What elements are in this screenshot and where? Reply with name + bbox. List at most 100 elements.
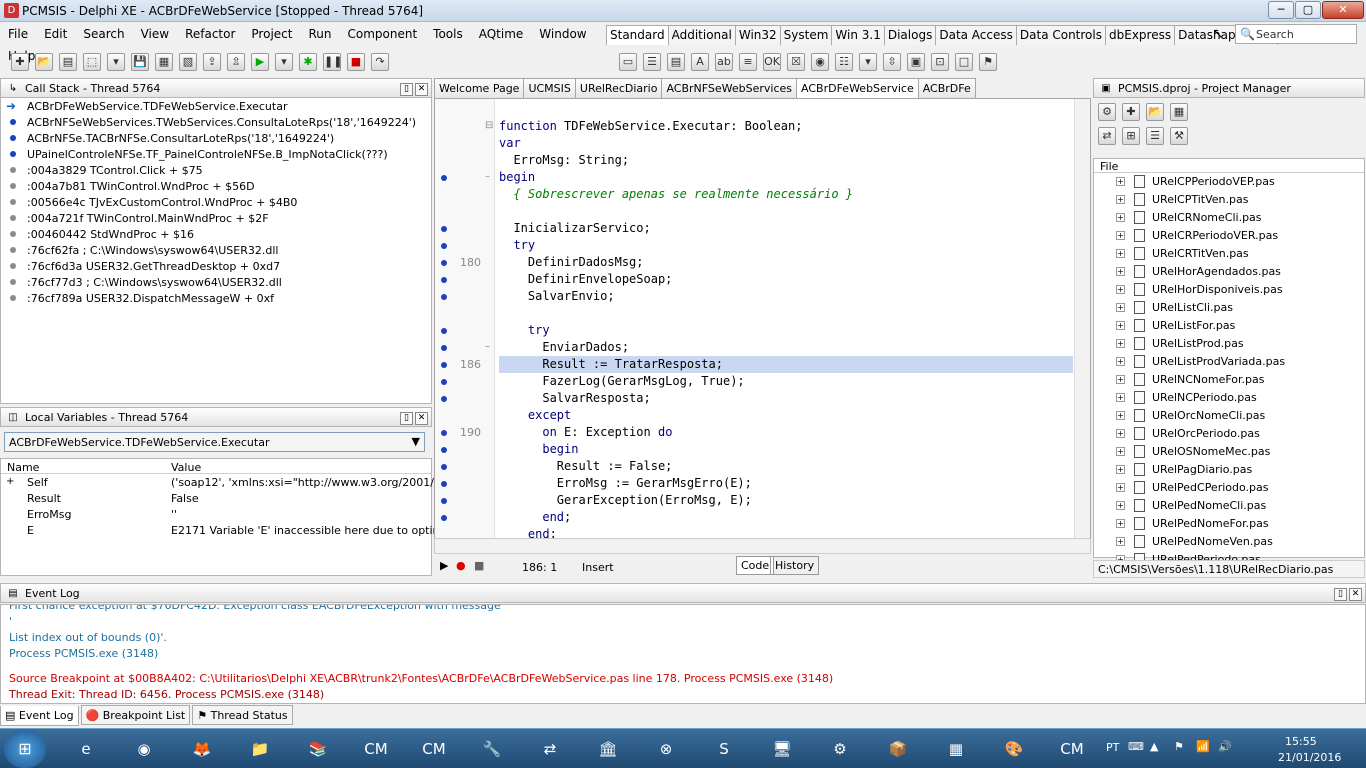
breakpoint-line-dot-icon[interactable] bbox=[441, 345, 447, 351]
palette-tab-dialogs[interactable]: Dialogs bbox=[883, 25, 937, 45]
menu-file[interactable]: File bbox=[0, 24, 36, 46]
code-line[interactable]: FazerLog(GerarMsgLog, True); bbox=[499, 373, 744, 390]
keyboard-icon[interactable]: ⌨ bbox=[1128, 740, 1144, 753]
breakpoint-line-dot-icon[interactable] bbox=[441, 481, 447, 487]
fold-marker-icon[interactable]: – bbox=[485, 341, 490, 352]
run-icon[interactable]: ▶ bbox=[251, 53, 269, 71]
menu-tools[interactable]: Tools bbox=[425, 24, 471, 46]
code-line[interactable]: ErroMsg: String; bbox=[499, 152, 629, 169]
breakpoint-line-dot-icon[interactable] bbox=[441, 277, 447, 283]
flag-icon[interactable]: ⚑ bbox=[1174, 740, 1184, 753]
new-project-icon[interactable]: ✚ bbox=[1122, 103, 1140, 121]
clock-date[interactable]: 21/01/2016 bbox=[1278, 751, 1341, 764]
taskbar-app-icon[interactable]: 📦 bbox=[872, 731, 924, 767]
stop-icon[interactable]: ■ bbox=[347, 53, 365, 71]
code-line[interactable]: GerarException(ErroMsg, E); bbox=[499, 492, 752, 509]
editor-tab[interactable]: ACBrNFSeWebServices bbox=[661, 78, 798, 98]
breakpoint-line-dot-icon[interactable] bbox=[441, 430, 447, 436]
tree-expand-icon[interactable]: + bbox=[1116, 537, 1125, 546]
breakpoint-line-dot-icon[interactable] bbox=[441, 379, 447, 385]
tree-expand-icon[interactable]: + bbox=[1116, 483, 1125, 492]
callstack-row[interactable]: :76cf6d3a USER32.GetThreadDesktop + 0xd7 bbox=[1, 258, 431, 274]
edit-icon[interactable]: ab bbox=[715, 53, 733, 71]
breakpoint-line-dot-icon[interactable] bbox=[441, 328, 447, 334]
editor-gutter[interactable]: ⊟ –180–186 190 bbox=[435, 99, 495, 539]
callstack-row[interactable]: ➜ ACBrDFeWebService.TDFeWebService.Execut… bbox=[1, 98, 431, 114]
activate-icon[interactable]: ⚙ bbox=[1098, 103, 1116, 121]
palette-tab-standard[interactable]: Standard bbox=[606, 25, 669, 45]
tree-expand-icon[interactable]: + bbox=[1116, 285, 1125, 294]
menu-project[interactable]: Project bbox=[243, 24, 300, 46]
tab-event-log[interactable]: ▤ Event Log bbox=[0, 706, 79, 726]
code-line[interactable]: on E: Exception do bbox=[499, 424, 672, 441]
taskbar-app-icon[interactable]: 📚 bbox=[292, 731, 344, 767]
tree-expand-icon[interactable]: + bbox=[1116, 213, 1125, 222]
callstack-row[interactable]: :76cf62fa ; C:\Windows\syswow64\USER32.d… bbox=[1, 242, 431, 258]
stop-record-icon[interactable]: ■ bbox=[474, 559, 484, 572]
eventlog-line[interactable]: Source Breakpoint at $00B8A402: C:\Utili… bbox=[9, 672, 833, 688]
taskbar-app-icon[interactable]: 🎨 bbox=[988, 731, 1040, 767]
panel-close-icon[interactable]: ✕ bbox=[415, 412, 428, 425]
taskbar-app-icon[interactable]: CM bbox=[408, 731, 460, 767]
tree-expand-icon[interactable]: + bbox=[1116, 501, 1125, 510]
code-line[interactable]: SalvarEnvio; bbox=[499, 288, 615, 305]
breakpoint-line-dot-icon[interactable] bbox=[441, 226, 447, 232]
eventlog-line[interactable]: Process PCMSIS.exe (3148) bbox=[9, 647, 158, 663]
tree-expand-icon[interactable]: + bbox=[1116, 303, 1125, 312]
callstack-row[interactable]: :004a7b81 TWinControl.WndProc + $56D bbox=[1, 178, 431, 194]
record-icon[interactable]: ● bbox=[456, 559, 466, 572]
callstack-row[interactable]: ACBrNFSeWebServices.TWebServices.Consult… bbox=[1, 114, 431, 130]
memo-icon[interactable]: ≡ bbox=[739, 53, 757, 71]
taskbar-app-icon[interactable]: e bbox=[60, 731, 112, 767]
callstack-row[interactable]: ACBrNFSe.TACBrNFSe.ConsultarLoteRps('18'… bbox=[1, 130, 431, 146]
language-indicator[interactable]: PT bbox=[1106, 741, 1119, 754]
open-folder-icon[interactable]: 📂 bbox=[1146, 103, 1164, 121]
palette-tab-win32[interactable]: Win32 bbox=[734, 25, 781, 45]
panel-icon[interactable]: □ bbox=[955, 53, 973, 71]
toggle-form-icon[interactable]: ▧ bbox=[179, 53, 197, 71]
breakpoint-line-dot-icon[interactable] bbox=[441, 464, 447, 470]
tree-expand-icon[interactable]: + bbox=[1116, 357, 1125, 366]
open-icon[interactable]: 📂 bbox=[35, 53, 53, 71]
tree-expand-icon[interactable]: + bbox=[1116, 375, 1125, 384]
button-icon[interactable]: OK bbox=[763, 53, 781, 71]
actionlist-icon[interactable]: ⚑ bbox=[979, 53, 997, 71]
panel-close-icon[interactable]: ✕ bbox=[415, 83, 428, 96]
maximize-button[interactable]: ▢ bbox=[1295, 1, 1321, 19]
taskbar-app-icon[interactable]: ◉ bbox=[118, 731, 170, 767]
radiogroup-icon[interactable]: ⊡ bbox=[931, 53, 949, 71]
code-line[interactable]: end; bbox=[499, 509, 571, 526]
taskbar-app-icon[interactable]: 📁 bbox=[234, 731, 286, 767]
build-icon[interactable]: ⚒ bbox=[1170, 127, 1188, 145]
views-icon[interactable]: ▦ bbox=[1170, 103, 1188, 121]
tree-expand-icon[interactable]: + bbox=[1116, 429, 1125, 438]
code-line[interactable]: DefinirDadosMsg; bbox=[499, 254, 644, 271]
editor-horizontal-scrollbar[interactable] bbox=[434, 538, 1091, 554]
popupmenu-icon[interactable]: ▤ bbox=[667, 53, 685, 71]
eventlog-line[interactable]: First chance exception at $76DFC42D. Exc… bbox=[9, 605, 501, 615]
code-line[interactable]: var bbox=[499, 135, 521, 152]
menu-component[interactable]: Component bbox=[339, 24, 425, 46]
execution-point-line[interactable]: Result := TratarResposta; bbox=[499, 356, 1073, 373]
scrollbar-icon[interactable]: ⇳ bbox=[883, 53, 901, 71]
groupbox-icon[interactable]: ▣ bbox=[907, 53, 925, 71]
code-line[interactable]: InicializarServico; bbox=[499, 220, 650, 237]
locals-row[interactable]: E E2171 Variable 'E' inaccessible here du… bbox=[1, 522, 463, 538]
pause-icon[interactable]: ❚❚ bbox=[323, 53, 342, 71]
code-line[interactable]: { Sobrescrever apenas se realmente neces… bbox=[499, 186, 853, 203]
code-line[interactable]: begin bbox=[499, 169, 535, 186]
tree-expand-icon[interactable]: + bbox=[1116, 411, 1125, 420]
menu-aqtime[interactable]: AQtime bbox=[471, 24, 532, 46]
tab-code[interactable]: Code bbox=[736, 556, 775, 575]
frames-icon[interactable]: ▭ bbox=[619, 53, 637, 71]
volume-icon[interactable]: 🔊 bbox=[1218, 740, 1232, 753]
eventlog-line[interactable]: ' bbox=[9, 615, 12, 631]
code-line[interactable]: function TDFeWebService.Executar: Boolea… bbox=[499, 118, 802, 135]
editor-tab[interactable]: URelRecDiario bbox=[574, 78, 663, 98]
taskbar-app-icon[interactable]: 🖥 bbox=[756, 731, 808, 767]
pin-icon[interactable]: ▯ bbox=[400, 412, 413, 425]
tree-expand-icon[interactable]: + bbox=[1116, 465, 1125, 474]
new-items-icon[interactable]: ✚ bbox=[11, 53, 29, 71]
breakpoint-line-dot-icon[interactable] bbox=[441, 294, 447, 300]
network-icon[interactable]: 📶 bbox=[1196, 740, 1210, 753]
